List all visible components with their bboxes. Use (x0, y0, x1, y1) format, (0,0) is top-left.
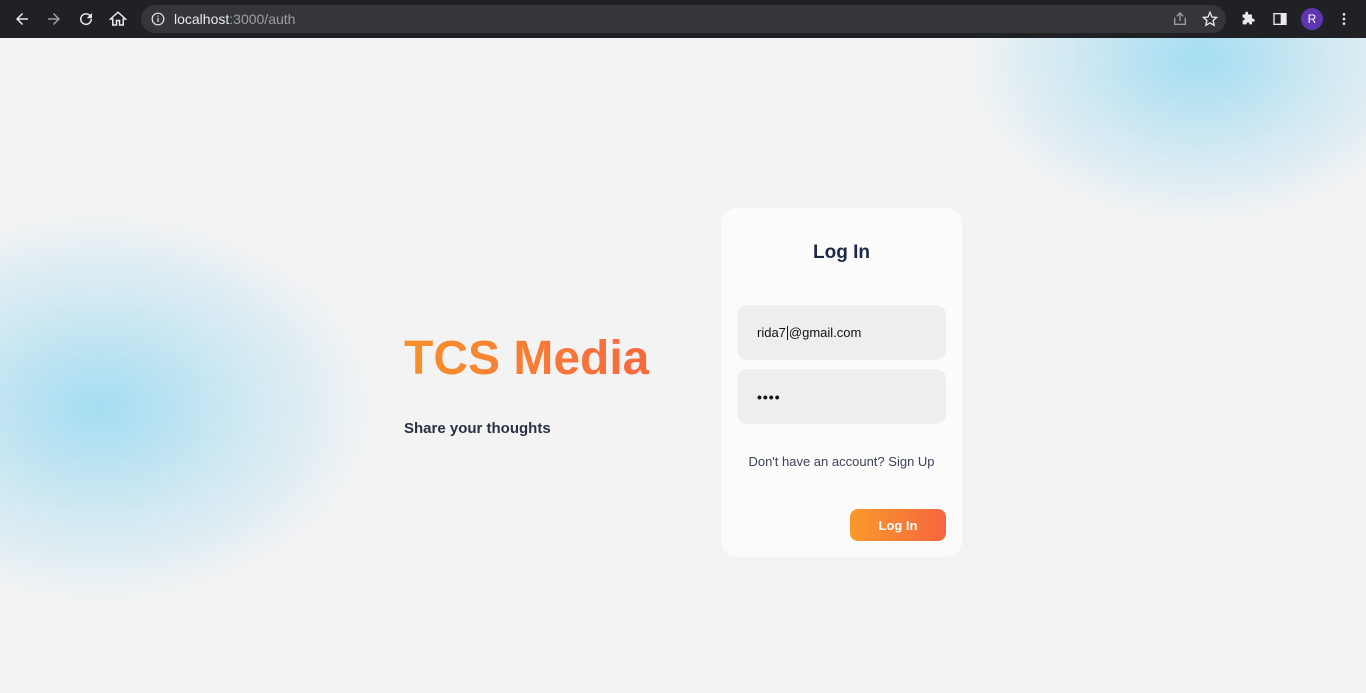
email-field[interactable]: rida7 @gmail.com (737, 305, 946, 360)
back-arrow-icon (16, 13, 28, 25)
share-icon[interactable] (1172, 11, 1188, 27)
extensions-button[interactable] (1232, 3, 1264, 35)
side-panel-button[interactable] (1264, 3, 1296, 35)
email-value-start: rida7 (757, 325, 786, 340)
info-icon[interactable] (151, 12, 165, 26)
home-icon (109, 11, 127, 26)
tagline: Share your thoughts (404, 420, 551, 437)
home-button[interactable] (102, 3, 134, 35)
background-blob-right (960, 38, 1366, 228)
profile-button[interactable]: R (1296, 3, 1328, 35)
login-card: Log In rida7 @gmail.com •••• Don't have a… (721, 208, 962, 557)
url-path: :3000/auth (229, 11, 296, 27)
back-button[interactable] (6, 3, 38, 35)
reload-button[interactable] (70, 3, 102, 35)
signup-prompt: Don't have an account? Sign Up (721, 454, 962, 469)
reload-icon (80, 13, 93, 26)
auth-page: TCS Media Share your thoughts Log In rid… (0, 38, 1366, 693)
browser-toolbar: localhost:3000/auth R (0, 0, 1366, 38)
signup-link[interactable]: Sign Up (888, 454, 934, 469)
address-bar[interactable]: localhost:3000/auth (141, 5, 1226, 33)
background-blob-left (0, 208, 380, 608)
side-panel-icon (1273, 13, 1287, 25)
menu-button[interactable] (1328, 3, 1360, 35)
password-value: •••• (757, 388, 781, 405)
signup-prompt-text: Don't have an account? (748, 454, 885, 469)
bookmark-star-icon[interactable] (1202, 11, 1218, 27)
brand-title: TCS Media (404, 332, 650, 385)
password-field[interactable]: •••• (737, 369, 946, 424)
forward-arrow-icon (48, 13, 60, 25)
avatar: R (1301, 8, 1323, 30)
url-text[interactable]: localhost:3000/auth (174, 11, 295, 27)
forward-button[interactable] (38, 3, 70, 35)
text-caret (786, 325, 788, 340)
kebab-menu-icon (1342, 13, 1346, 25)
puzzle-icon (1242, 11, 1255, 25)
login-button[interactable]: Log In (850, 509, 946, 541)
url-host: localhost (174, 11, 230, 27)
login-title: Log In (813, 242, 870, 263)
email-value-end: @gmail.com (788, 325, 862, 340)
